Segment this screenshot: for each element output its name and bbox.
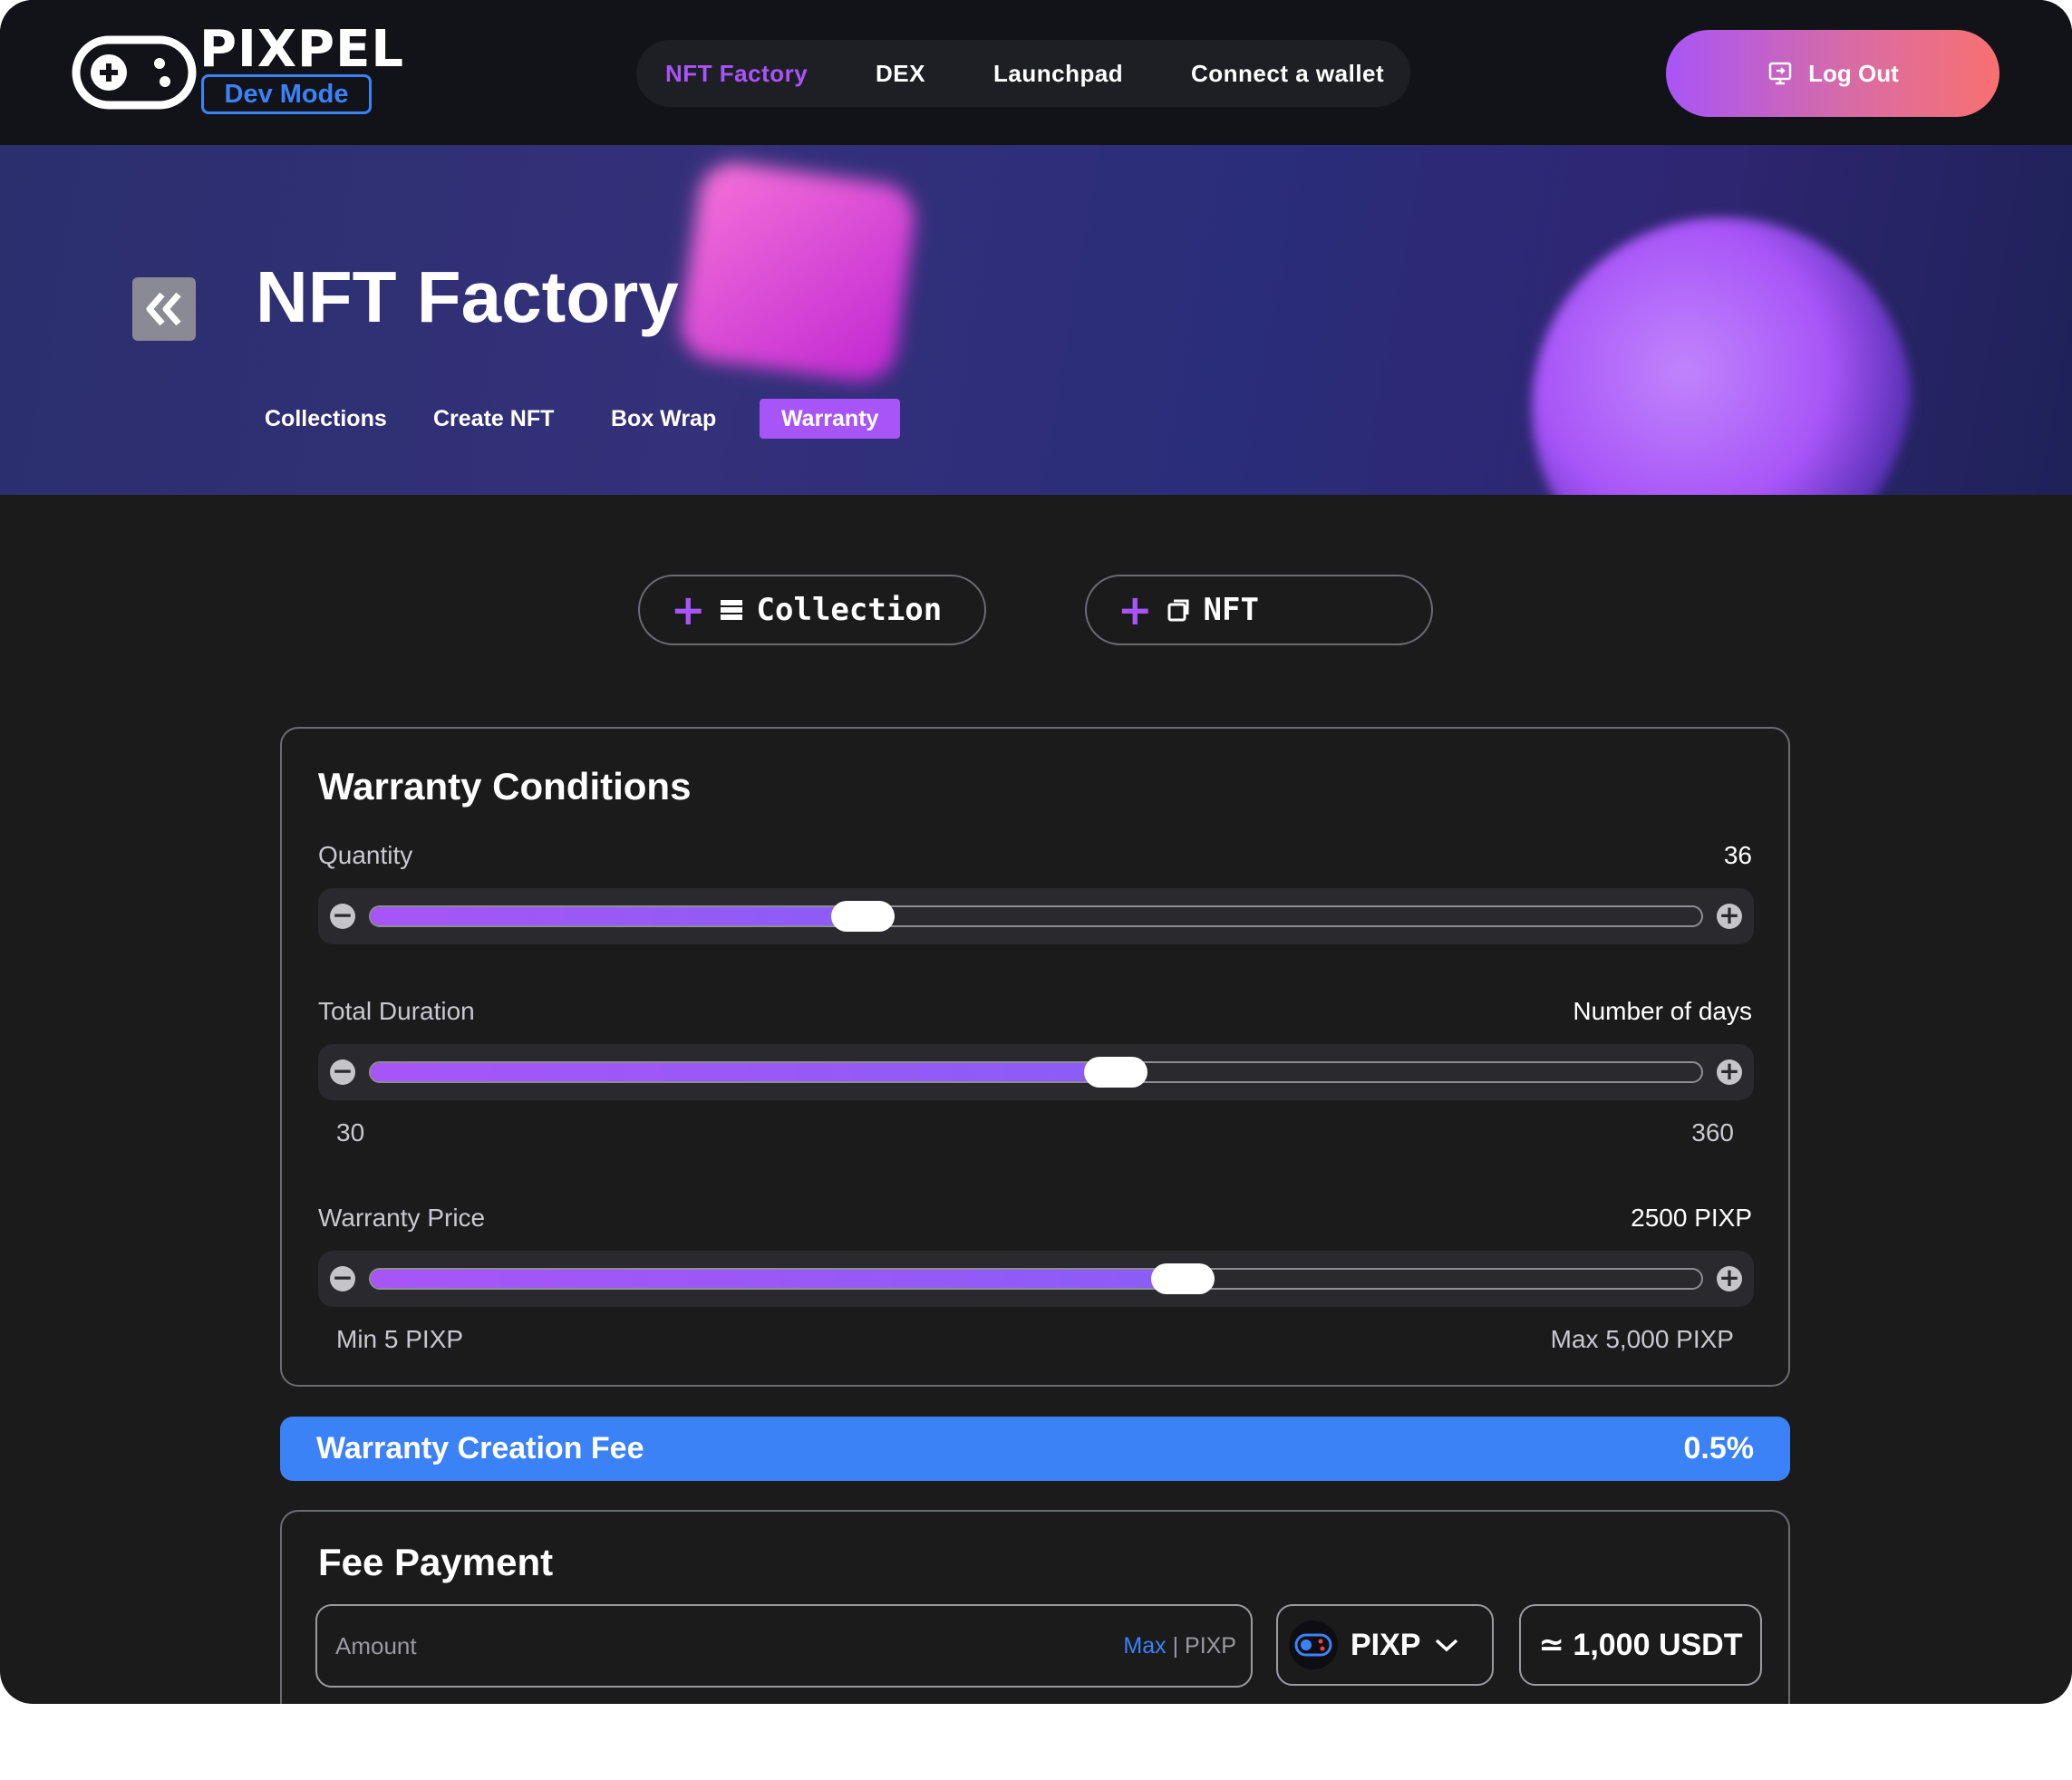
token-select[interactable]: PIXP [1276, 1604, 1494, 1686]
hero-banner: NFT Factory Collections Create NFT Box W… [0, 145, 2072, 495]
brand-name: PIXPEL [199, 20, 405, 79]
logout-icon [1768, 62, 1792, 85]
amount-placeholder: Amount [335, 1632, 417, 1659]
separator: | [1172, 1633, 1179, 1659]
duration-label: Total Duration [318, 997, 475, 1025]
price-slider[interactable]: − + [318, 1251, 1754, 1307]
price-value: 2500 PIXP [1631, 1204, 1752, 1232]
warranty-conditions-title: Warranty Conditions [318, 765, 692, 808]
decrease-quantity-icon[interactable]: − [330, 903, 355, 929]
increase-quantity-icon[interactable]: + [1717, 903, 1742, 929]
slider-fill [371, 907, 864, 925]
quantity-value: 36 [1723, 841, 1752, 869]
nav-nft-factory[interactable]: NFT Factory [665, 40, 808, 107]
amount-suffix: Max | PIXP [1123, 1606, 1236, 1686]
unit-label: PIXP [1185, 1633, 1236, 1659]
token-label: PIXP [1351, 1627, 1421, 1662]
quantity-label: Quantity [318, 841, 413, 869]
dev-mode-badge: Dev Mode [201, 74, 372, 114]
fee-value: 0.5% [1683, 1431, 1755, 1466]
increase-price-icon[interactable]: + [1717, 1265, 1742, 1291]
nav-launchpad[interactable]: Launchpad [993, 40, 1123, 107]
collection-label: Collection [756, 592, 943, 628]
slider-fill [371, 1270, 1183, 1288]
double-chevron-left-icon [146, 292, 181, 326]
nav-dex[interactable]: DEX [876, 40, 925, 107]
log-out-label: Log Out [1808, 59, 1899, 87]
log-out-button[interactable]: Log Out [1666, 30, 1999, 117]
app-window: PIXPEL Dev Mode NFT Factory DEX Launchpa… [0, 0, 2072, 1704]
top-bar: PIXPEL Dev Mode NFT Factory DEX Launchpa… [0, 0, 2072, 145]
duration-min-label: 30 [336, 1118, 365, 1146]
warranty-creation-fee-bar: Warranty Creation Fee 0.5% [280, 1417, 1790, 1481]
tab-box-wrap[interactable]: Box Wrap [611, 399, 716, 439]
gamepad-logo-icon [72, 35, 197, 110]
tab-collections[interactable]: Collections [265, 399, 387, 439]
amount-input[interactable]: Amount Max | PIXP [315, 1604, 1253, 1688]
slider-thumb[interactable] [1150, 1263, 1215, 1294]
back-button[interactable] [132, 277, 196, 341]
decrease-price-icon[interactable]: − [330, 1265, 355, 1291]
fee-label: Warranty Creation Fee [316, 1431, 644, 1466]
max-button[interactable]: Max [1123, 1633, 1166, 1659]
slider-track[interactable] [369, 1061, 1703, 1083]
chevron-down-icon [1436, 1639, 1458, 1652]
usdt-equivalent: ≃ 1,000 USDT [1519, 1604, 1762, 1686]
increase-duration-icon[interactable]: + [1717, 1059, 1742, 1085]
price-max-label: Max 5,000 PIXP [1550, 1325, 1734, 1353]
main-nav: NFT Factory DEX Launchpad Connect a wall… [636, 40, 1410, 107]
decorative-sphere [1532, 218, 1912, 495]
duration-slider[interactable]: − + [318, 1044, 1754, 1100]
tab-warranty[interactable]: Warranty [760, 399, 901, 439]
slider-track[interactable] [369, 905, 1703, 927]
duration-value: Number of days [1573, 997, 1752, 1025]
duration-max-label: 360 [1691, 1118, 1734, 1146]
plus-icon: + [671, 585, 706, 634]
price-min-label: Min 5 PIXP [336, 1325, 464, 1353]
price-label: Warranty Price [318, 1204, 486, 1232]
slider-thumb[interactable] [830, 901, 895, 932]
pixp-token-icon [1289, 1620, 1338, 1669]
decrease-duration-icon[interactable]: − [330, 1059, 355, 1085]
add-nft-button[interactable]: + NFT [1085, 575, 1433, 645]
page-title: NFT Factory [256, 256, 679, 337]
add-collection-button[interactable]: + Collection [638, 575, 986, 645]
logo[interactable]: PIXPEL Dev Mode [71, 20, 403, 116]
slider-track[interactable] [369, 1268, 1703, 1290]
nft-label: NFT [1203, 592, 1259, 628]
plus-icon: + [1118, 585, 1153, 634]
decorative-cube [675, 158, 920, 386]
list-icon [720, 600, 742, 620]
slider-thumb[interactable] [1084, 1057, 1148, 1088]
nav-connect-wallet[interactable]: Connect a wallet [1191, 40, 1384, 107]
fee-payment-title: Fee Payment [318, 1541, 554, 1583]
slider-fill [371, 1063, 1117, 1081]
warranty-conditions-card: Warranty Conditions Quantity 36 − + Tota… [280, 727, 1790, 1387]
copy-icon [1167, 599, 1189, 622]
quantity-slider[interactable]: − + [318, 888, 1754, 944]
tab-create-nft[interactable]: Create NFT [433, 399, 554, 439]
